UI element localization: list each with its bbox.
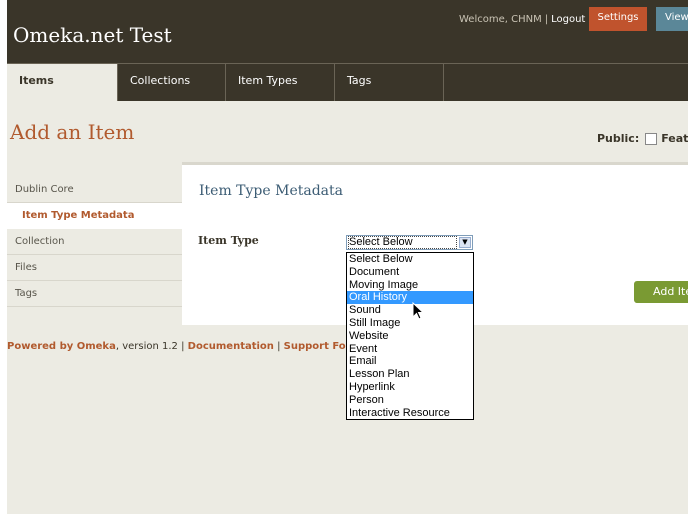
welcome-separator: | <box>544 14 549 25</box>
main-nav: Items Collections Item Types Tags <box>7 63 688 101</box>
page: Omeka.net Test Welcome, CHNM | Logout Sett… <box>7 0 688 514</box>
dropdown-option[interactable]: Moving Image <box>347 279 473 292</box>
chevron-down-icon[interactable]: ▼ <box>459 237 471 248</box>
sidebar-item-files[interactable]: Files <box>7 255 182 281</box>
tab-collections[interactable]: Collections <box>118 64 226 101</box>
sidebar-item-collection[interactable]: Collection <box>7 229 182 255</box>
user-welcome: Welcome, CHNM | Logout <box>459 14 585 25</box>
page-title: Add an Item <box>10 120 135 144</box>
dropdown-option[interactable]: Lesson Plan <box>347 368 473 381</box>
add-item-button[interactable]: Add Ite <box>634 281 688 303</box>
settings-button[interactable]: Settings <box>589 7 647 31</box>
form-section-nav: Dublin Core Item Type Metadata Collectio… <box>7 177 182 307</box>
site-title[interactable]: Omeka.net Test <box>13 23 172 47</box>
dropdown-option[interactable]: Interactive Resource <box>347 407 473 420</box>
tab-items[interactable]: Items <box>7 64 118 101</box>
featured-label: Featu <box>661 132 688 145</box>
item-type-selected-value: Select Below <box>348 236 457 249</box>
powered-by-link[interactable]: Powered by Omeka <box>7 341 116 352</box>
tab-tags[interactable]: Tags <box>335 64 444 101</box>
view-public-button[interactable]: View <box>656 7 688 31</box>
dropdown-option[interactable]: Hyperlink <box>347 381 473 394</box>
support-link[interactable]: Support Fo <box>284 341 346 352</box>
public-featured-controls: Public: Featu <box>597 132 688 145</box>
dropdown-option[interactable]: Sound <box>347 304 473 317</box>
public-checkbox[interactable] <box>645 133 658 145</box>
documentation-link[interactable]: Documentation <box>188 341 274 352</box>
dropdown-option-highlighted[interactable]: Oral History <box>347 291 473 305</box>
site-header: Omeka.net Test Welcome, CHNM | Logout Sett… <box>7 0 688 63</box>
dropdown-option[interactable]: Website <box>347 330 473 343</box>
footer-separator: | <box>273 341 284 352</box>
sidebar-item-tags[interactable]: Tags <box>7 281 182 307</box>
dropdown-option[interactable]: Event <box>347 343 473 356</box>
sidebar-item-dublin-core[interactable]: Dublin Core <box>7 177 182 203</box>
dropdown-option[interactable]: Still Image <box>347 317 473 330</box>
footer-separator: | <box>177 341 188 352</box>
version-text: , version 1.2 <box>115 341 178 352</box>
item-type-dropdown-list: Select Below Document Moving Image Oral … <box>346 252 474 421</box>
dropdown-option[interactable]: Email <box>347 355 473 368</box>
public-label: Public: <box>597 132 640 145</box>
dropdown-option[interactable]: Person <box>347 394 473 407</box>
tab-item-types[interactable]: Item Types <box>226 64 335 101</box>
logout-link[interactable]: Logout <box>551 14 585 25</box>
footer: Powered by Omeka, version 1.2 | Document… <box>7 341 346 352</box>
welcome-text: Welcome, CHNM <box>459 14 542 25</box>
item-type-select[interactable]: Select Below ▼ <box>346 235 473 250</box>
mouse-pointer-icon <box>412 302 424 320</box>
dropdown-option[interactable]: Document <box>347 266 473 279</box>
section-title: Item Type Metadata <box>199 183 343 199</box>
item-type-label: Item Type <box>198 234 259 247</box>
dropdown-option[interactable]: Select Below <box>347 253 473 266</box>
sidebar-item-item-type-metadata[interactable]: Item Type Metadata <box>7 203 182 229</box>
